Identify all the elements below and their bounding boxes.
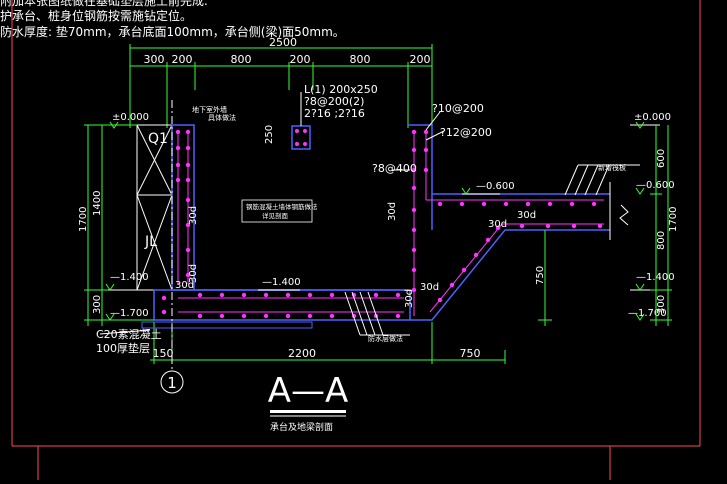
drawing-canvas: 附加本张图纸做在基础垫层施工前完成. 护承台、桩身位钢筋按需施钻定位。 防水厚度… — [0, 0, 727, 480]
lap-30d-c: 30d — [175, 280, 194, 291]
axis-label: 1 — [167, 374, 177, 392]
title-underline-thick — [270, 410, 346, 413]
dim-bottom-b: 2200 — [288, 347, 316, 360]
ground-lines — [100, 124, 660, 291]
beam-callout-3: 2?16 ;2?16 — [304, 107, 365, 120]
dim-left-total: 1700 — [78, 207, 89, 232]
c20-note-2: 100厚垫层 — [96, 341, 150, 355]
dim-mid-750: 750 — [535, 266, 546, 285]
wall-note-2: 具体做法 — [208, 113, 236, 122]
rebar-callout-1: ?10@200 — [432, 102, 484, 115]
beam-dim-250: 250 — [264, 125, 275, 144]
label-jl: JL — [144, 234, 157, 250]
wall-note: 地下室外墙 — [192, 105, 227, 114]
dim-top-seg-5: 800 — [350, 53, 371, 66]
section-drawing: 2500 300 200 800 200 800 200 Q1 JL L(1) … — [11, 0, 701, 480]
right-tag: 新增筏板 — [598, 163, 626, 172]
lap-30d-f: 30d — [420, 282, 439, 293]
dim-left-b: 300 — [92, 295, 103, 314]
elev-m17-a: —1.700 — [110, 308, 149, 319]
elev-top-right: ±0.000 — [634, 112, 671, 123]
rebar-callout-2: ?12@200 — [440, 126, 492, 139]
elev-m06-a: —0.600 — [476, 181, 515, 192]
section-subtitle: 承台及地梁剖面 — [270, 421, 333, 433]
dim-right-total: 1700 — [668, 207, 679, 232]
label-q1: Q1 — [148, 131, 168, 147]
lap-30d-d: 30d — [387, 202, 398, 221]
section-title: A—A — [268, 371, 349, 411]
mid-note-2: 详见剖面 — [262, 211, 289, 220]
dim-right-c: 300 — [656, 295, 667, 314]
general-note-1: 附加本张图纸做在基础垫层施工前完成. — [0, 0, 208, 8]
drawing-frame — [11, 0, 701, 480]
lap-30d-h: 30d — [517, 210, 536, 221]
elev-m06-b: —0.600 — [636, 180, 675, 191]
lap-30d-a: 30d — [188, 206, 199, 225]
general-note-2: 护承台、桩身位钢筋按需施钻定位。 — [0, 9, 193, 23]
dim-top-seg-3: 800 — [231, 53, 252, 66]
dim-top-seg-1: 300 — [144, 53, 165, 66]
cushion-layer — [141, 321, 313, 329]
dim-bottom-a: 150 — [153, 347, 174, 360]
lap-30d-g: 30d — [488, 219, 507, 230]
elev-m14-c: —1.400 — [636, 272, 675, 283]
elev-m14-a: —1.400 — [110, 272, 149, 283]
dim-bottom-c: 750 — [460, 347, 481, 360]
dim-top-seg-4: 200 — [290, 53, 311, 66]
lap-30d-e: 30d — [404, 289, 415, 308]
elev-top-left: ±0.000 — [112, 112, 149, 123]
dim-left-a: 1400 — [92, 191, 103, 216]
dim-right-a: 600 — [656, 149, 667, 168]
column-box — [136, 124, 173, 291]
rebar-lines — [177, 130, 604, 316]
dim-top-seg-2: 200 — [172, 53, 193, 66]
rebar-callout-3: ?8@400 — [372, 162, 417, 175]
concrete-outline — [153, 124, 610, 321]
dim-top-seg-6: 200 — [410, 53, 431, 66]
c20-note-1: C20素混凝土 — [96, 327, 162, 341]
general-note-3: 防水厚度: 垫70mm，承台底面100mm，承台侧(梁)面50mm。 — [0, 25, 345, 39]
mid-note: 钢筋混凝土墙体钢筋做法 — [246, 202, 318, 211]
dim-right-b: 800 — [656, 231, 667, 250]
elev-m14-b: —1.400 — [262, 277, 301, 288]
